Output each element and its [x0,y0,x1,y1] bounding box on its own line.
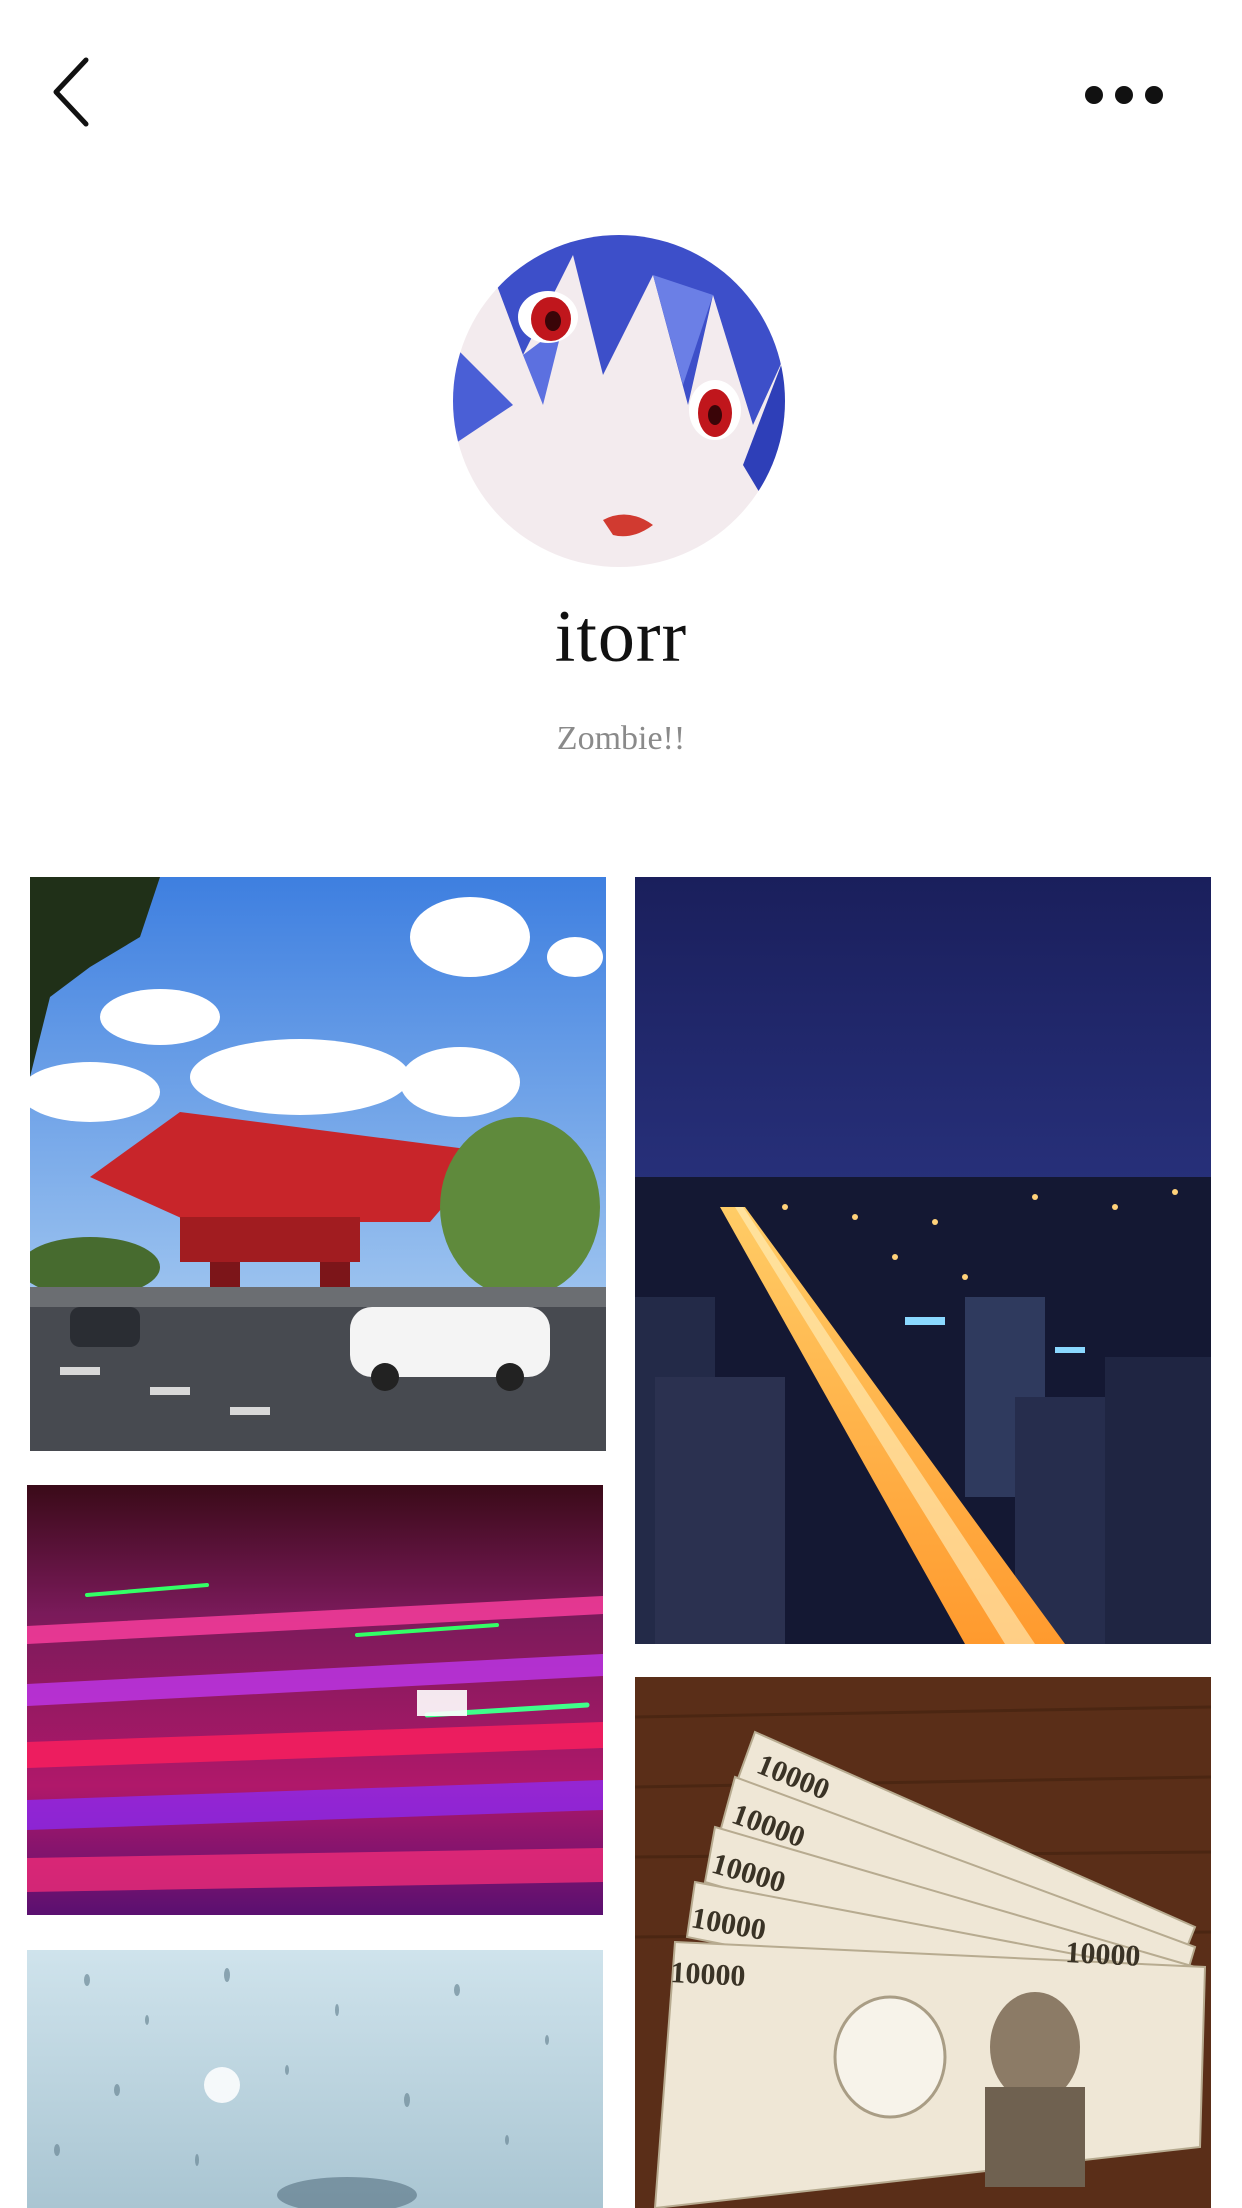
photo-image [27,1950,603,2208]
photo-image [30,877,606,1451]
bio-text: Zombie!! [556,720,686,757]
avatar-image [453,235,785,567]
avatar[interactable] [453,235,785,567]
username: itorr [554,596,688,678]
chevron-left-icon [53,57,89,127]
photo-tile[interactable] [635,877,1211,1644]
photo-tile[interactable] [27,1950,603,2208]
banknote-label: 10000 [1065,1936,1142,1973]
photo-image: 10000 10000 10000 10000 10000 10000 [635,1677,1211,2208]
photo-image [27,1485,603,1915]
more-horizontal-icon [1085,86,1163,104]
photo-tile[interactable]: 10000 10000 10000 10000 10000 10000 [635,1677,1211,2208]
photo-tile[interactable] [27,1485,603,1915]
banknote-label: 10000 [670,1956,747,1993]
photo-tile[interactable] [30,877,606,1451]
more-options-button[interactable] [1070,70,1170,120]
back-button[interactable] [44,54,104,130]
photo-image [635,877,1211,1644]
